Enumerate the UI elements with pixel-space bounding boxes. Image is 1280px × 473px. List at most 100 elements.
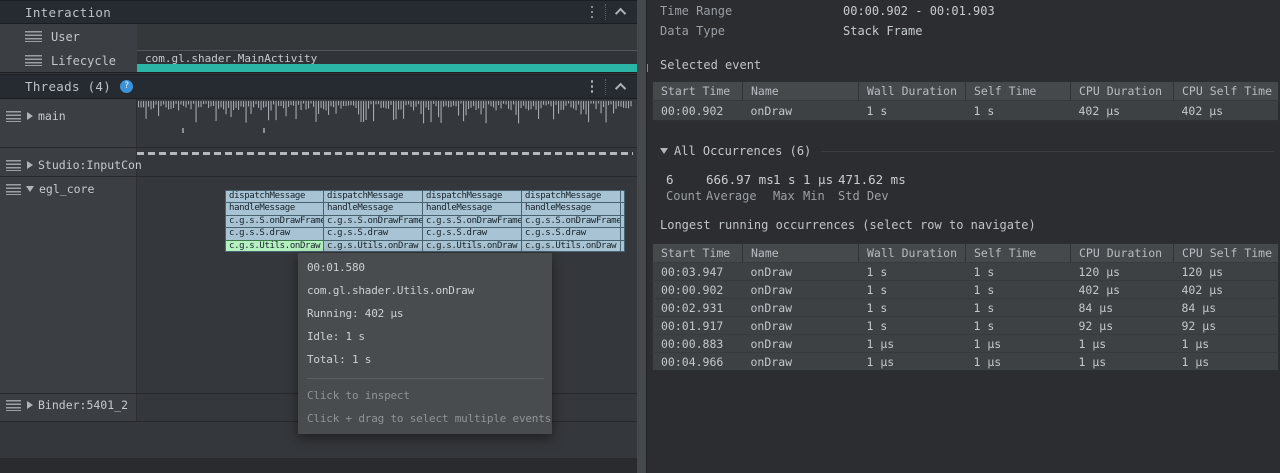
threads-collapse-icon[interactable] (615, 82, 626, 93)
column-header[interactable]: Start Time (653, 82, 743, 101)
main-thread-activity-chart[interactable] (137, 101, 635, 124)
table-row[interactable]: 00:03.947onDraw1 s1 s120 µs120 µs (653, 263, 1279, 281)
column-header[interactable]: Name (743, 82, 859, 101)
thread-row-main[interactable]: main (0, 107, 137, 125)
table-cell: 92 µs (1174, 317, 1279, 335)
drag-handle-icon[interactable] (6, 400, 21, 411)
drag-handle-icon[interactable] (6, 111, 21, 122)
vertical-scrollbar[interactable] (637, 0, 647, 473)
table-cell: onDraw (743, 281, 859, 299)
column-header[interactable]: Self Time (966, 82, 1071, 101)
column-header[interactable]: CPU Duration (1071, 82, 1174, 101)
flame-frame-c-g-s-s-draw[interactable]: c.g.s.S.draw (423, 227, 522, 239)
user-track-label: User (0, 24, 137, 49)
flame-frame-dispatchmessage[interactable]: dispatchMessage (423, 190, 522, 202)
tooltip-idle: Idle: 1 s (307, 330, 544, 343)
flame-frame-c-g-s-s-draw[interactable]: c.g.s.S.draw (324, 227, 423, 239)
table-row[interactable]: 00:01.917onDraw1 s1 s92 µs92 µs (653, 317, 1279, 335)
threads-menu-icon[interactable] (588, 77, 597, 96)
flame-frame-c-g-s-utils-ondraw[interactable]: c.g.s.Utils.onDraw (324, 240, 423, 252)
data-type-label: Data Type (660, 24, 725, 38)
table-cell: 1 µs (859, 353, 966, 371)
lifecycle-track-label: Lifecycle (0, 49, 137, 72)
drag-handle-icon[interactable] (6, 160, 21, 171)
expand-arrow-icon[interactable] (27, 401, 33, 409)
expand-arrow-icon[interactable] (27, 112, 33, 120)
longest-running-heading: Longest running occurrences (select row … (660, 218, 1036, 232)
tooltip-hint-drag: Click + drag to select multiple events (307, 412, 544, 425)
flame-frame-c-g-s-utils-ondraw[interactable]: c.g.s.Utils.onDraw (423, 240, 522, 252)
flame-frame-handlemessage[interactable]: handleMessage (324, 202, 423, 214)
column-header[interactable]: Wall Duration (859, 82, 966, 101)
stat-label: Std Dev (838, 189, 889, 203)
flame-frame-c-g-s-s-ondrawframe[interactable]: c.g.s.S.onDrawFrame (522, 215, 621, 227)
lifecycle-activity-bar (137, 64, 648, 72)
expand-arrow-icon[interactable] (27, 161, 33, 169)
flame-column: dispatchMessagehandleMessagec.g.s.S.onDr… (324, 190, 423, 252)
drag-handle-icon[interactable] (25, 55, 42, 66)
flame-frame-c-g-s-utils-ondraw[interactable]: c.g.s.Utils.onDraw (522, 240, 621, 252)
column-header[interactable]: Name (743, 244, 859, 263)
column-header[interactable]: CPU Self Time (1174, 82, 1279, 101)
stat-value: 6 (666, 172, 674, 187)
column-header[interactable]: Self Time (966, 244, 1071, 263)
flame-column-partial (621, 190, 625, 252)
thread-row-egl-core[interactable]: egl_core (0, 180, 137, 198)
flame-frame-c-g-s-s-ondrawframe[interactable]: c.g.s.S.onDrawFrame (324, 215, 423, 227)
collapse-arrow-icon[interactable] (660, 148, 668, 154)
tooltip-divider (307, 378, 544, 379)
table-row[interactable]: 00:02.931onDraw1 s1 s84 µs84 µs (653, 299, 1279, 317)
table-row[interactable]: 00:00.883onDraw1 µs1 µs1 µs1 µs (653, 335, 1279, 353)
flame-frame-c-g-s-s-ondrawframe[interactable]: c.g.s.S.onDrawFrame (423, 215, 522, 227)
flame-frame-dispatchmessage[interactable]: dispatchMessage (522, 190, 621, 202)
help-icon[interactable]: ? (120, 80, 133, 93)
drag-handle-icon[interactable] (25, 31, 42, 42)
table-cell: 1 µs (1071, 353, 1174, 371)
table-cell: 00:00.902 (653, 281, 743, 299)
stat-value: 1 µs (803, 172, 833, 187)
flame-frame-c-g-s-s-ondrawframe[interactable]: c.g.s.S.onDrawFrame (225, 215, 324, 227)
table-cell: 00:03.947 (653, 263, 743, 281)
thread-row-binder[interactable]: Binder:5401_2 (0, 396, 137, 414)
lifecycle-event[interactable]: com.gl.shader.MainActivity (137, 50, 637, 64)
interaction-collapse-icon[interactable] (615, 8, 626, 19)
all-occurrences-header[interactable]: All Occurrences (6) (660, 144, 1274, 158)
thread-row-studio-inputcon[interactable]: Studio:InputCon (0, 156, 137, 174)
table-cell: 84 µs (1071, 299, 1174, 317)
column-header[interactable]: CPU Self Time (1174, 244, 1279, 263)
table-cell: onDraw (743, 101, 859, 121)
stat-label: Min (803, 189, 825, 203)
user-track[interactable] (137, 24, 637, 49)
column-header[interactable]: CPU Duration (1071, 244, 1174, 263)
table-cell: 1 s (859, 101, 966, 121)
interaction-menu-icon[interactable] (588, 3, 597, 22)
flame-frame-c-g-s-s-draw[interactable]: c.g.s.S.draw (225, 227, 324, 239)
trace-event-tick (263, 128, 265, 133)
studio-inputcon-activity[interactable] (137, 152, 633, 155)
table-cell: 1 s (966, 317, 1071, 335)
flame-frame-c-g-s-utils-ondraw[interactable]: c.g.s.Utils.onDraw (225, 240, 324, 252)
lifecycle-track[interactable]: com.gl.shader.MainActivity (137, 49, 637, 72)
threads-title: Threads (4) (25, 79, 111, 94)
collapse-arrow-icon[interactable] (26, 186, 34, 192)
column-header[interactable]: Wall Duration (859, 244, 966, 263)
egl-core-flame-chart[interactable]: dispatchMessagehandleMessagec.g.s.S.onDr… (225, 190, 625, 252)
table-cell: 00:00.902 (653, 101, 743, 121)
all-occurrences-label: All Occurrences (6) (674, 144, 811, 158)
tooltip-total: Total: 1 s (307, 353, 544, 366)
table-cell: 1 µs (1174, 335, 1279, 353)
column-header[interactable]: Start Time (653, 244, 743, 263)
table-row[interactable]: 00:04.966onDraw1 µs1 µs1 µs1 µs (653, 353, 1279, 371)
flame-frame-handlemessage[interactable]: handleMessage (423, 202, 522, 214)
flame-frame-handlemessage[interactable]: handleMessage (225, 202, 324, 214)
flame-frame-c-g-s-s-draw[interactable]: c.g.s.S.draw (522, 227, 621, 239)
table-cell: 00:04.966 (653, 353, 743, 371)
flame-frame-handlemessage[interactable]: handleMessage (522, 202, 621, 214)
table-cell: 00:00.883 (653, 335, 743, 353)
threads-section-header: Threads (4) ? (0, 74, 637, 99)
drag-handle-icon[interactable] (6, 184, 21, 195)
flame-frame-dispatchmessage[interactable]: dispatchMessage (324, 190, 423, 202)
table-row[interactable]: 00:00.902onDraw1 s1 s402 µs402 µs (653, 281, 1279, 299)
flame-frame-dispatchmessage[interactable]: dispatchMessage (225, 190, 324, 202)
stat-label: Count (666, 189, 702, 203)
